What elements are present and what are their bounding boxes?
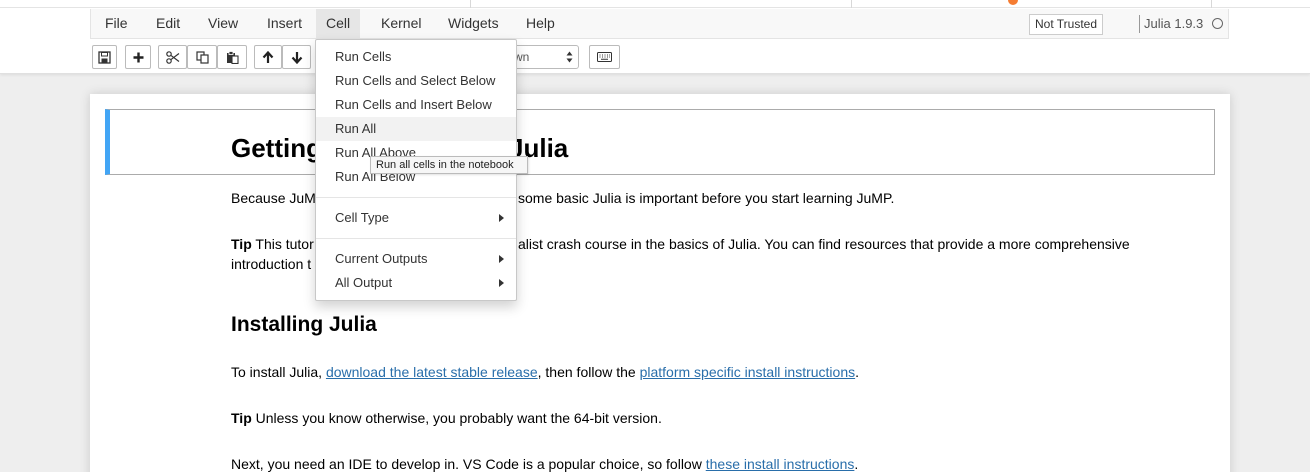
- tip-label: Tip: [231, 236, 252, 252]
- menu-all-output[interactable]: All Output: [316, 271, 516, 295]
- menu-edit[interactable]: Edit: [146, 9, 190, 38]
- download-link[interactable]: download the latest stable release: [326, 364, 538, 380]
- arrow-down-icon: [291, 51, 302, 64]
- install-text-post: .: [855, 364, 860, 380]
- tip-64bit-paragraph: Tip Unless you know otherwise, you proba…: [231, 408, 662, 428]
- move-up-button[interactable]: [254, 45, 282, 69]
- copy-icon: [195, 50, 209, 64]
- menu-cell[interactable]: Cell: [316, 9, 361, 38]
- ide-paragraph: Next, you need an IDE to develop in. VS …: [231, 454, 858, 472]
- save-button[interactable]: [92, 45, 117, 69]
- paragraph-intro-right: some basic Julia is important before you…: [518, 190, 895, 206]
- section-heading-installing: Installing Julia: [231, 313, 377, 336]
- menu-view[interactable]: View: [198, 9, 248, 38]
- copy-button[interactable]: [187, 45, 217, 69]
- kernel-name: Julia 1.9.3: [1144, 16, 1204, 31]
- menu-run-cells[interactable]: Run Cells: [316, 45, 516, 69]
- tip2-text: Unless you know otherwise, you probably …: [251, 410, 662, 426]
- vscode-instructions-link[interactable]: these install instructions: [706, 456, 855, 472]
- command-palette-button[interactable]: [589, 45, 620, 69]
- keyboard-icon: [597, 52, 612, 62]
- menu-cell-type[interactable]: Cell Type: [316, 206, 516, 230]
- select-arrows-icon: [566, 51, 573, 63]
- not-trusted-button[interactable]: Not Trusted: [1029, 14, 1103, 35]
- cut-icon: [165, 50, 179, 64]
- arrow-up-icon: [262, 50, 274, 63]
- tip-text-left: This tutor: [251, 236, 314, 252]
- menu-run-cells-select-below[interactable]: Run Cells and Select Below: [316, 69, 516, 93]
- ide-text-pre: Next, you need an IDE to develop in. VS …: [231, 456, 706, 472]
- plus-icon: [133, 52, 143, 62]
- menu-run-all[interactable]: Run All: [316, 117, 516, 141]
- insert-cell-button[interactable]: [125, 45, 151, 69]
- menu-widgets[interactable]: Widgets: [438, 9, 509, 38]
- paragraph-intro-left: Because JuM: [231, 190, 316, 206]
- menu-kernel[interactable]: Kernel: [371, 9, 431, 38]
- kernel-separator: [1139, 15, 1140, 33]
- paste-icon: [226, 50, 239, 64]
- menu-run-cells-insert-below[interactable]: Run Cells and Insert Below: [316, 93, 516, 117]
- menu-divider: [316, 197, 516, 198]
- menu-file[interactable]: File: [95, 9, 138, 38]
- tab-indicator-dot: [1008, 0, 1018, 5]
- kernel-status-icon: [1212, 18, 1223, 29]
- run-all-tooltip: Run all cells in the notebook: [370, 156, 528, 174]
- menu-current-outputs[interactable]: Current Outputs: [316, 247, 516, 271]
- ide-text-post: .: [854, 456, 859, 472]
- tip2-label: Tip: [231, 410, 252, 426]
- move-down-button[interactable]: [282, 45, 311, 69]
- paste-button[interactable]: [217, 45, 247, 69]
- menu-divider: [316, 238, 516, 239]
- tip-paragraph-left: Tip This tutor: [231, 234, 314, 254]
- page-title-left: Getting: [231, 133, 322, 163]
- install-paragraph: To install Julia, download the latest st…: [231, 362, 859, 382]
- tip-paragraph-line2: introduction t: [231, 256, 312, 272]
- cut-button[interactable]: [158, 45, 187, 69]
- install-text-mid: , then follow the: [537, 364, 640, 380]
- browser-tab-strip: [0, 0, 1310, 8]
- tip-paragraph-right: alist crash course in the basics of Juli…: [518, 236, 1130, 252]
- save-icon: [98, 50, 111, 64]
- menu-insert[interactable]: Insert: [257, 9, 312, 38]
- install-text-pre: To install Julia,: [231, 364, 326, 380]
- platform-instructions-link[interactable]: platform specific install instructions: [640, 364, 856, 380]
- menu-help[interactable]: Help: [516, 9, 565, 38]
